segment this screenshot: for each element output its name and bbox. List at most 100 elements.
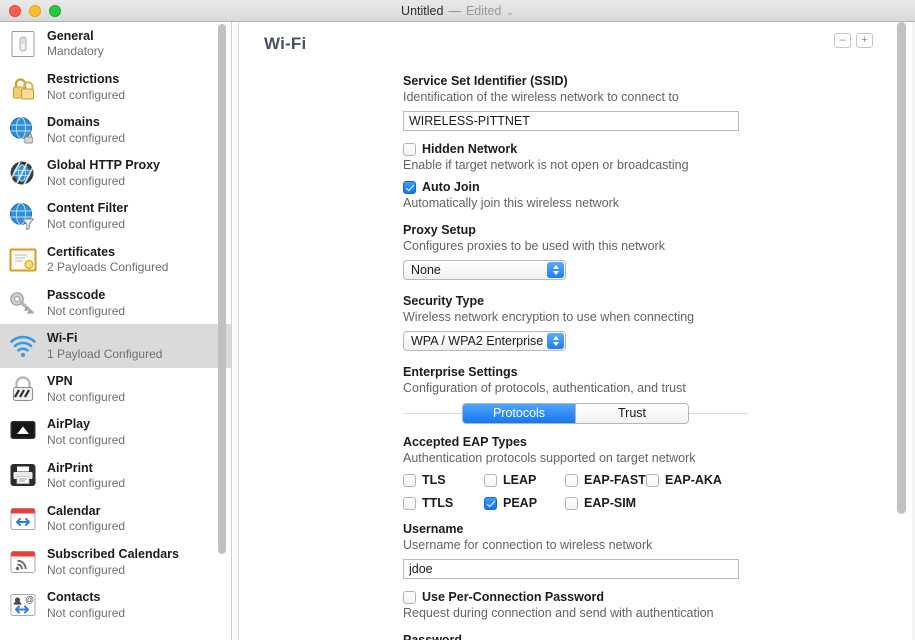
sidebar-item-text: VPN Not configured <box>47 374 125 404</box>
sidebar-item-label: Global HTTP Proxy <box>47 158 160 173</box>
domains-globe-icon <box>8 115 38 145</box>
eap-leap-checkbox[interactable] <box>484 473 497 487</box>
eap-type-row[interactable]: EAP-AKA <box>646 472 736 488</box>
remove-payload-button[interactable]: – <box>834 33 851 48</box>
restrictions-lock-icon <box>8 72 38 102</box>
close-button[interactable] <box>9 5 21 17</box>
sidebar-item-wi-fi[interactable]: Wi-Fi 1 Payload Configured <box>0 324 232 368</box>
sidebar-item-global-http-proxy[interactable]: Global HTTP Proxy Not configured <box>0 152 232 195</box>
sidebar-item-status: Not configured <box>47 173 126 188</box>
sidebar-item-label: Calendar <box>47 503 101 518</box>
sidebar-item-calendar[interactable]: Calendar Not configured <box>0 497 232 540</box>
sidebar-item-text: Certificates 2 Payloads Configured <box>47 245 168 275</box>
sidebar-item-subscribed-calendars[interactable]: Subscribed Calendars Not configured <box>0 540 232 583</box>
eap-type-label: TTLS <box>422 496 454 510</box>
security-type-select[interactable]: WPA / WPA2 Enterprise <box>403 331 566 351</box>
sidebar-item-label: Contacts <box>47 590 101 605</box>
sidebar-item-label: General <box>47 28 94 43</box>
sidebar-item-vpn[interactable]: VPN Not configured <box>0 368 232 411</box>
global-http-proxy-icon <box>8 158 38 188</box>
eap-peap-checkbox[interactable] <box>484 496 497 510</box>
accepted-eap-types-hint: Authentication protocols supported on ta… <box>403 451 696 465</box>
sidebar-item-label: AirPrint <box>47 460 93 475</box>
sidebar-item-label: Content Filter <box>47 201 129 216</box>
auto-join-row[interactable]: Auto Join <box>403 179 748 195</box>
sidebar-item-text: Domains Not configured <box>47 115 125 145</box>
chevron-updown-icon <box>547 333 564 349</box>
security-type-value: WPA / WPA2 Enterprise <box>411 334 544 348</box>
eap-type-label: EAP-SIM <box>584 496 637 510</box>
eap-type-row[interactable]: LEAP <box>484 472 565 488</box>
sidebar-item-text: Passcode Not configured <box>47 288 125 318</box>
sidebar-divider <box>231 22 232 640</box>
detail-scrollbar-thumb[interactable] <box>897 22 906 514</box>
eap-types-grid: TLS LEAP EAP-FAST EAP-AKA TTLS PEAP EAP-SIM <box>403 472 748 511</box>
enterprise-settings-tabs: Protocols Trust <box>403 402 748 424</box>
sidebar-item-status: Not configured <box>47 562 126 577</box>
password-label: Password <box>403 633 463 640</box>
sidebar-item-status: Not configured <box>47 389 126 404</box>
eap-type-label: EAP-FAST <box>584 473 646 487</box>
minimize-button[interactable] <box>29 5 41 17</box>
sidebar-item-label: Wi-Fi <box>47 330 78 345</box>
username-hint: Username for connection to wireless netw… <box>403 538 653 552</box>
auto-join-checkbox[interactable] <box>403 180 416 194</box>
sidebar-item-content-filter[interactable]: Content Filter Not configured <box>0 195 232 238</box>
eap-type-row[interactable]: TLS <box>403 472 484 488</box>
zoom-button[interactable] <box>49 5 61 17</box>
proxy-setup-select[interactable]: None <box>403 260 566 280</box>
hidden-network-checkbox[interactable] <box>403 142 416 156</box>
tab-trust[interactable]: Trust <box>575 403 688 423</box>
eap-eap-sim-checkbox[interactable] <box>565 496 578 510</box>
security-type-label: Security Type <box>403 294 485 308</box>
sidebar-scrollbar-thumb[interactable] <box>218 24 226 554</box>
auto-join-hint: Automatically join this wireless network <box>403 196 620 210</box>
eap-ttls-checkbox[interactable] <box>403 496 416 510</box>
sidebar-item-text: Calendar Not configured <box>47 504 125 534</box>
auto-join-label: Auto Join <box>422 180 480 194</box>
eap-type-row[interactable]: EAP-SIM <box>565 495 646 511</box>
add-payload-button[interactable]: + <box>856 33 873 48</box>
sidebar-item-passcode[interactable]: Passcode Not configured <box>0 281 232 324</box>
detail-scrollbar[interactable] <box>897 22 906 640</box>
sidebar-item-label: AirPlay <box>47 417 91 432</box>
passcode-key-icon <box>8 288 38 318</box>
window-content: General Mandatory Restrictions Not configur… <box>0 22 915 640</box>
per-connection-password-checkbox[interactable] <box>403 590 416 604</box>
enterprise-settings-hint: Configuration of protocols, authenticati… <box>403 381 686 395</box>
ssid-input[interactable] <box>403 111 739 131</box>
eap-type-row[interactable]: EAP-FAST <box>565 472 646 488</box>
sidebar-item-contacts[interactable]: @ Contacts Not configured <box>0 583 232 626</box>
payload-add-remove-controls: – + <box>834 33 873 48</box>
per-connection-password-row[interactable]: Use Per-Connection Password <box>403 589 748 605</box>
sidebar-item-airplay[interactable]: AirPlay Not configured <box>0 411 232 454</box>
sidebar-item-domains[interactable]: Domains Not configured <box>0 108 232 151</box>
content-filter-icon <box>8 201 38 231</box>
ssid-label: Service Set Identifier (SSID) <box>403 74 568 88</box>
eap-type-row[interactable]: PEAP <box>484 495 565 511</box>
airprint-printer-icon <box>8 460 38 490</box>
eap-type-label: TLS <box>422 473 446 487</box>
sidebar-item-restrictions[interactable]: Restrictions Not configured <box>0 65 232 108</box>
sidebar-item-status: 1 Payload Configured <box>47 346 163 361</box>
eap-eap-aka-checkbox[interactable] <box>646 473 659 487</box>
sidebar-item-text: Wi-Fi 1 Payload Configured <box>47 331 162 361</box>
chevron-down-icon[interactable]: ⌄ <box>506 7 514 17</box>
sidebar-item-airprint[interactable]: AirPrint Not configured <box>0 454 232 497</box>
tab-protocols[interactable]: Protocols <box>463 403 575 423</box>
username-label: Username <box>403 522 464 536</box>
proxy-setup-hint: Configures proxies to be used with this … <box>403 239 665 253</box>
eap-tls-checkbox[interactable] <box>403 473 416 487</box>
sidebar-item-certificates[interactable]: Certificates 2 Payloads Configured <box>0 238 232 281</box>
page-title: Wi-Fi <box>264 34 307 53</box>
username-input[interactable] <box>403 559 739 579</box>
sidebar-scrollbar[interactable] <box>218 24 226 636</box>
eap-eap-fast-checkbox[interactable] <box>565 473 578 487</box>
eap-type-row[interactable]: TTLS <box>403 495 484 511</box>
hidden-network-row[interactable]: Hidden Network <box>403 141 748 157</box>
contacts-icon: @ <box>8 590 38 620</box>
sidebar-item-status: 2 Payloads Configured <box>47 260 169 275</box>
edited-status: Edited <box>465 4 502 18</box>
general-icon <box>8 29 38 59</box>
sidebar-item-general[interactable]: General Mandatory <box>0 22 232 65</box>
